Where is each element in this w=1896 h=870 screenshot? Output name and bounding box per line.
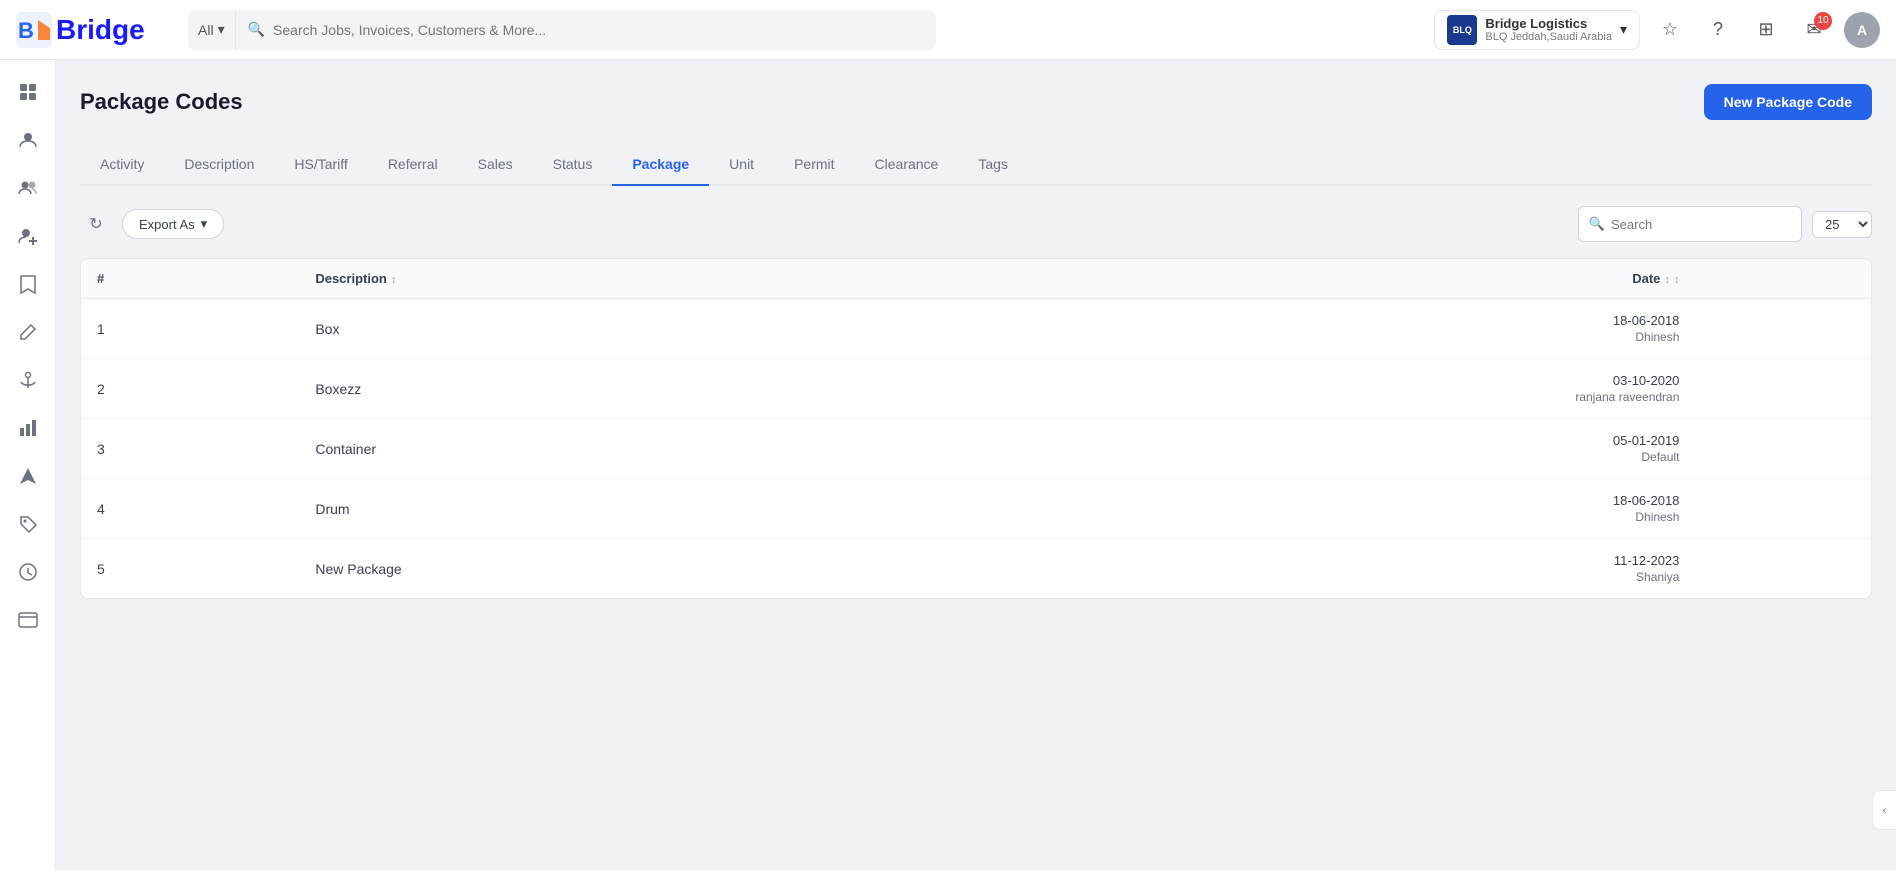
sidebar-item-tag[interactable] xyxy=(8,504,48,544)
cell-extra xyxy=(1695,539,1871,599)
company-sub: BLQ Jeddah,Saudi Arabia xyxy=(1485,31,1612,43)
table-search-icon: 🔍 xyxy=(1589,216,1605,232)
sidebar-item-bookmark[interactable] xyxy=(8,264,48,304)
company-name: Bridge Logistics xyxy=(1485,16,1612,31)
page-header: Package Codes New Package Code xyxy=(80,84,1872,120)
sidebar-item-clock[interactable] xyxy=(8,552,48,592)
search-icon: 🔍 xyxy=(248,21,265,38)
sort-icon-date: ↕ xyxy=(1674,274,1680,286)
sidebar-item-dashboard[interactable] xyxy=(8,72,48,112)
search-filter-dropdown[interactable]: All ▾ xyxy=(188,10,236,50)
tab-activity[interactable]: Activity xyxy=(80,144,164,186)
export-label: Export As xyxy=(139,217,195,232)
global-search-input[interactable] xyxy=(273,22,924,38)
cell-description: Drum xyxy=(299,479,949,539)
toolbar: ↻ Export As ▾ 🔍 25 50 100 xyxy=(80,206,1872,242)
sidebar-item-navigate[interactable] xyxy=(8,456,48,496)
table-body: 1Box18-06-2018Dhinesh2Boxezz03-10-2020ra… xyxy=(81,299,1871,599)
cell-description: New Package xyxy=(299,539,949,599)
page-title: Package Codes xyxy=(80,89,243,115)
svg-text:B: B xyxy=(18,18,34,43)
tab-referral[interactable]: Referral xyxy=(368,144,458,186)
table-row[interactable]: 3Container05-01-2019Default xyxy=(81,419,1871,479)
company-info: Bridge Logistics BLQ Jeddah,Saudi Arabia xyxy=(1485,16,1612,43)
avatar[interactable]: A xyxy=(1844,12,1880,48)
sort-icon: ↕ xyxy=(391,274,397,286)
table-row[interactable]: 1Box18-06-2018Dhinesh xyxy=(81,299,1871,359)
collapse-sidebar-button[interactable]: ‹ xyxy=(1872,790,1896,830)
sidebar xyxy=(0,60,56,870)
export-button[interactable]: Export As ▾ xyxy=(122,209,224,239)
apps-button[interactable]: ⊞ xyxy=(1748,12,1784,48)
notification-badge: 10 xyxy=(1814,12,1832,30)
tabs-container: ActivityDescriptionHS/TariffReferralSale… xyxy=(80,144,1872,186)
new-package-code-button[interactable]: New Package Code xyxy=(1704,84,1872,120)
cell-num: 2 xyxy=(81,359,299,419)
table-row[interactable]: 5New Package11-12-2023Shaniya xyxy=(81,539,1871,599)
cell-extra xyxy=(1695,359,1871,419)
col-num: # xyxy=(81,259,299,299)
cell-num: 4 xyxy=(81,479,299,539)
cell-num: 5 xyxy=(81,539,299,599)
help-button[interactable]: ? xyxy=(1700,12,1736,48)
cell-date: 11-12-2023Shaniya xyxy=(949,539,1696,599)
tab-description[interactable]: Description xyxy=(164,144,274,186)
table-header: #Description↕Date↕↕ xyxy=(81,259,1871,299)
global-search-bar: 🔍 xyxy=(236,10,936,50)
tab-hs-tariff[interactable]: HS/Tariff xyxy=(274,144,367,186)
cell-date: 18-06-2018Dhinesh xyxy=(949,479,1696,539)
cell-num: 1 xyxy=(81,299,299,359)
table-search-input[interactable] xyxy=(1611,217,1791,232)
sidebar-item-chart[interactable] xyxy=(8,408,48,448)
cell-num: 3 xyxy=(81,419,299,479)
col-description[interactable]: Description↕ xyxy=(299,259,949,299)
tab-clearance[interactable]: Clearance xyxy=(855,144,959,186)
sidebar-item-card[interactable] xyxy=(8,600,48,640)
company-logo: BLQ xyxy=(1447,15,1477,45)
cell-date: 03-10-2020ranjana raveendran xyxy=(949,359,1696,419)
cell-date: 05-01-2019Default xyxy=(949,419,1696,479)
cell-description: Box xyxy=(299,299,949,359)
col-extra xyxy=(1695,259,1871,299)
sidebar-item-users[interactable] xyxy=(8,168,48,208)
tab-tags[interactable]: Tags xyxy=(958,144,1028,186)
search-filter-label: All xyxy=(198,22,214,38)
dropdown-arrow-icon: ▾ xyxy=(218,21,225,38)
sidebar-item-add-user[interactable] xyxy=(8,216,48,256)
cell-description: Container xyxy=(299,419,949,479)
star-button[interactable]: ☆ xyxy=(1652,12,1688,48)
table-search-wrap: 🔍 xyxy=(1578,206,1802,242)
cell-extra xyxy=(1695,419,1871,479)
sort-icon: ↕ xyxy=(1664,274,1670,286)
per-page-select[interactable]: 25 50 100 xyxy=(1812,211,1872,238)
cell-date: 18-06-2018Dhinesh xyxy=(949,299,1696,359)
data-table: #Description↕Date↕↕ 1Box18-06-2018Dhines… xyxy=(80,258,1872,599)
main-content: Package Codes New Package Code ActivityD… xyxy=(56,60,1896,870)
cell-extra xyxy=(1695,479,1871,539)
logo-text: Bridge xyxy=(56,14,145,46)
sidebar-item-person[interactable] xyxy=(8,120,48,160)
tab-permit[interactable]: Permit xyxy=(774,144,854,186)
tab-unit[interactable]: Unit xyxy=(709,144,774,186)
notifications-button[interactable]: ✉ 10 xyxy=(1796,12,1832,48)
table-row[interactable]: 4Drum18-06-2018Dhinesh xyxy=(81,479,1871,539)
logo[interactable]: B Bridge xyxy=(16,12,176,48)
company-dropdown-icon: ▾ xyxy=(1620,21,1627,38)
export-dropdown-icon: ▾ xyxy=(201,216,208,232)
sidebar-item-edit[interactable] xyxy=(8,312,48,352)
company-selector[interactable]: BLQ Bridge Logistics BLQ Jeddah,Saudi Ar… xyxy=(1434,10,1640,50)
tab-package[interactable]: Package xyxy=(612,144,709,186)
tab-sales[interactable]: Sales xyxy=(458,144,533,186)
cell-description: Boxezz xyxy=(299,359,949,419)
col-date[interactable]: Date↕↕ xyxy=(949,259,1696,299)
cell-extra xyxy=(1695,299,1871,359)
table-row[interactable]: 2Boxezz03-10-2020ranjana raveendran xyxy=(81,359,1871,419)
refresh-button[interactable]: ↻ xyxy=(80,208,112,240)
sidebar-item-anchor[interactable] xyxy=(8,360,48,400)
tab-status[interactable]: Status xyxy=(533,144,613,186)
